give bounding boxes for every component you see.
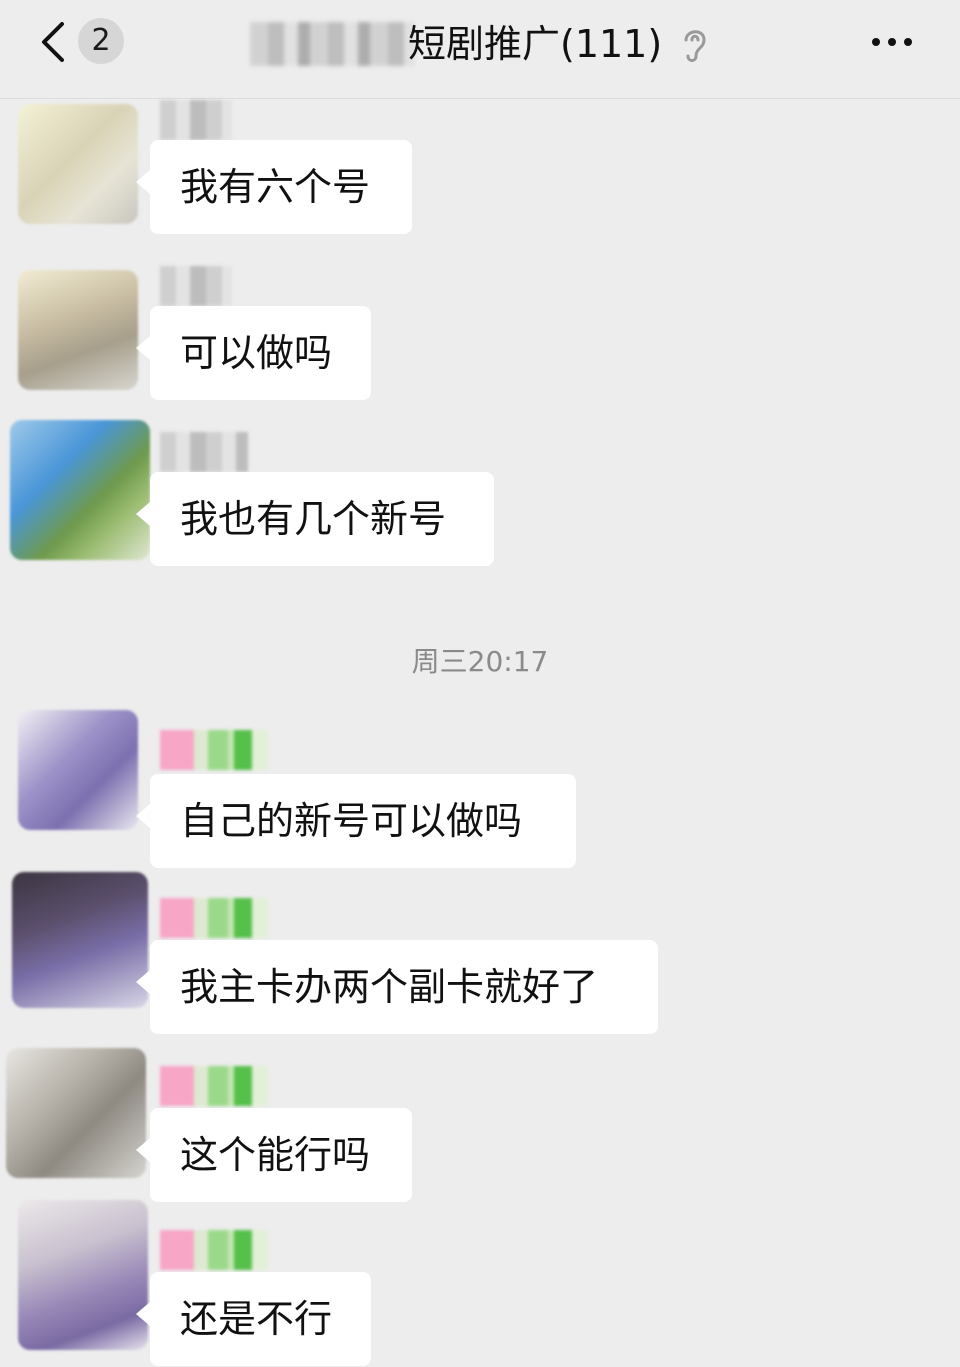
avatar[interactable] (18, 710, 138, 830)
more-dots-icon (872, 38, 880, 46)
message-bubble[interactable]: 我主卡办两个副卡就好了 (136, 940, 658, 1034)
chat-title: 短剧推广(111) (408, 22, 663, 66)
message-bubble[interactable]: 我也有几个新号 (136, 472, 494, 566)
blurred-nickname (160, 1066, 268, 1106)
blurred-nickname (160, 266, 232, 306)
chevron-left-icon (42, 22, 64, 62)
avatar[interactable] (10, 420, 150, 560)
avatar[interactable] (12, 872, 148, 1008)
chat-header: 2 短剧推广(111) (0, 0, 960, 99)
blurred-nickname (160, 432, 248, 472)
message-bubble[interactable]: 这个能行吗 (136, 1108, 412, 1202)
avatar[interactable] (18, 270, 138, 390)
blurred-nickname (160, 730, 268, 770)
ear-icon (684, 30, 706, 62)
message-bubble[interactable]: 还是不行 (136, 1272, 371, 1366)
more-button[interactable] (862, 20, 922, 64)
avatar[interactable] (18, 104, 138, 224)
blurred-nickname (160, 1230, 268, 1270)
blurred-nickname (160, 100, 232, 140)
blurred-group-name (250, 22, 415, 66)
message-timestamp: 周三20:17 (411, 645, 549, 678)
message-bubble[interactable]: 自己的新号可以做吗 (136, 774, 576, 868)
back-button[interactable]: 2 (30, 14, 130, 70)
avatar[interactable] (6, 1048, 146, 1178)
avatar[interactable] (18, 1200, 148, 1350)
unread-badge: 2 (78, 18, 124, 64)
blurred-nickname (160, 898, 268, 938)
message-bubble[interactable]: 我有六个号 (136, 140, 412, 234)
chat-title-area[interactable]: 短剧推广(111) (240, 10, 720, 74)
message-bubble[interactable]: 可以做吗 (136, 306, 371, 400)
